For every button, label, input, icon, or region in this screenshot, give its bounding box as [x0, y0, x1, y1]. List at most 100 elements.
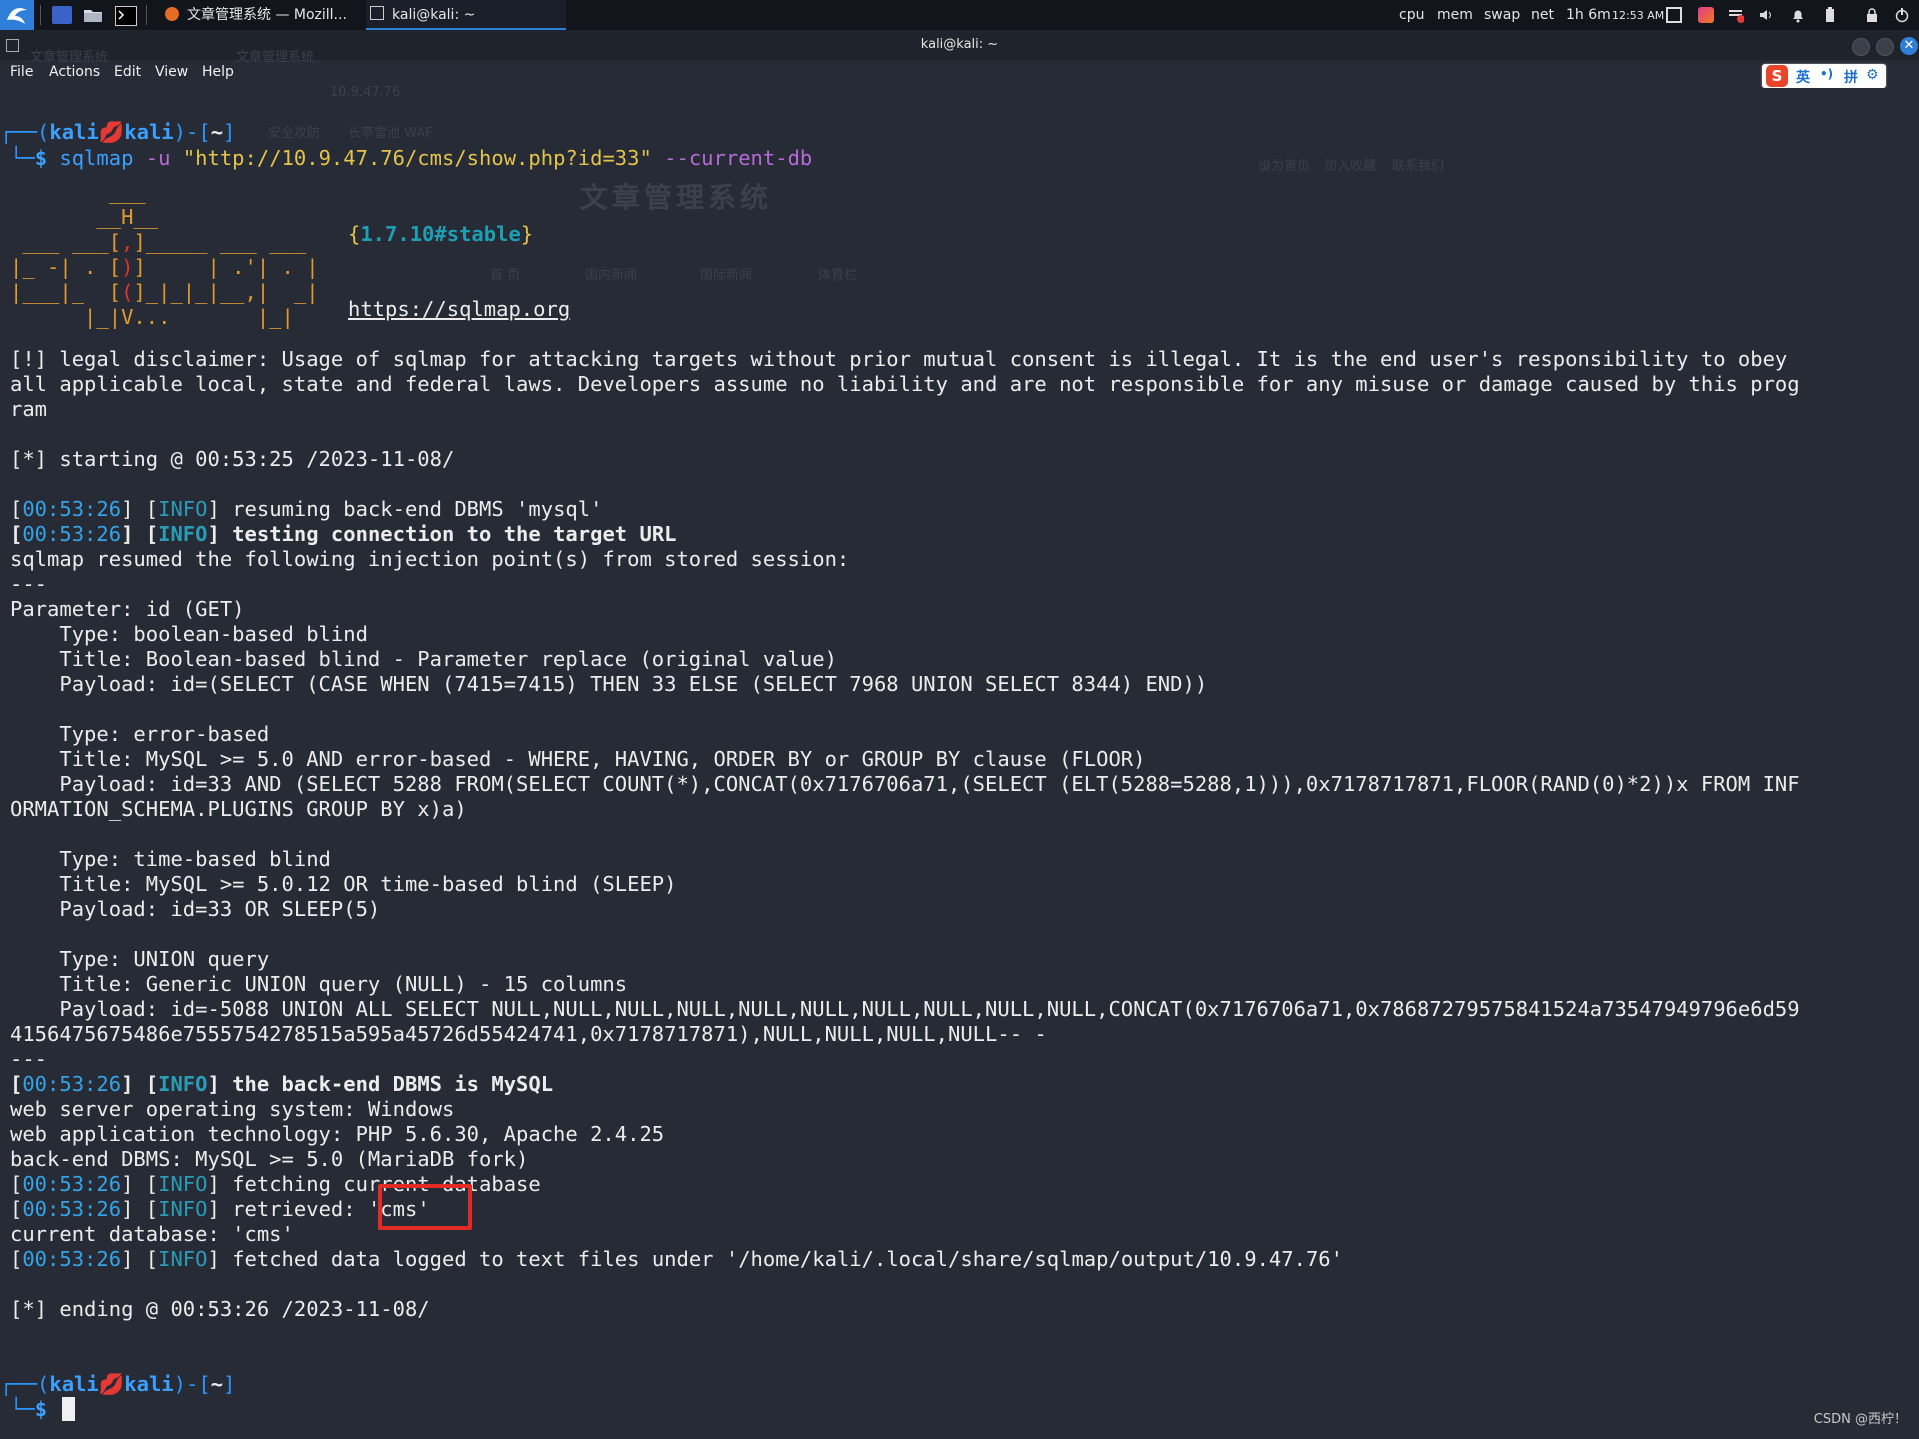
tech-line: web application technology: PHP 5.6.30, …	[10, 1122, 665, 1146]
log-fetched: [00:53:26] [INFO] fetched data logged to…	[10, 1247, 1343, 1271]
disclaimer-line-3: ram	[10, 397, 48, 421]
ghost-nav-1: 首 页	[490, 268, 521, 283]
kali-menu-button[interactable]	[0, 0, 34, 30]
injection-type: Type: error-based	[10, 722, 270, 746]
ghost-link-3: 联系我们	[1392, 159, 1445, 174]
log-msg: resuming back-end DBMS 'mysql'	[232, 497, 603, 521]
bell-icon[interactable]	[1790, 7, 1806, 23]
task-terminal[interactable]: kali@kali: ~	[366, 0, 566, 30]
taskbar: 文章管理系统 — Mozill... kali@kali: ~ cpu mem …	[0, 0, 1919, 30]
prompt-path: ~	[210, 120, 224, 144]
annotation-highlight-box	[378, 1184, 472, 1230]
ghost-link-1: 设为首页	[1258, 159, 1311, 174]
ghost-url: 10.9.47.76	[330, 85, 401, 100]
injection-title: Title: Generic UNION query (NULL) - 15 c…	[10, 972, 628, 996]
ime-pinyin-toggle[interactable]: 拼	[1844, 67, 1858, 87]
taskbar-separator	[146, 5, 147, 25]
firefox-icon	[165, 7, 179, 21]
maximize-button[interactable]	[1876, 38, 1894, 56]
network-icon[interactable]	[1728, 7, 1745, 23]
battery-icon[interactable]	[1822, 7, 1838, 23]
prompt-host: kali	[124, 1372, 174, 1396]
injection-type: Type: boolean-based blind	[10, 622, 368, 646]
ime-lang-toggle[interactable]: 英	[1796, 67, 1810, 87]
prompt-user: kali	[49, 120, 99, 144]
app-tray-icon[interactable]	[1698, 7, 1714, 23]
log-level: INFO	[158, 522, 208, 546]
terminal-launcher-icon[interactable]	[115, 6, 137, 26]
display-icon[interactable]	[1666, 7, 1682, 23]
log-retrieved: [00:53:26] [INFO] retrieved: 'cms'	[10, 1197, 430, 1221]
log-ts: 00:53:26	[22, 1197, 122, 1221]
sqlmap-site-link[interactable]: https://sqlmap.org	[348, 297, 570, 322]
clock[interactable]: 12:53 AM	[1612, 0, 1664, 30]
uptime-value: 1h 6m	[1566, 7, 1611, 23]
log-ts: 00:53:26	[22, 1072, 122, 1096]
log-msg: retrieved:	[232, 1197, 368, 1221]
kali-mark-icon: 💋	[98, 1372, 125, 1396]
sqlmap-version: 1.7.10#stable	[360, 222, 521, 246]
ime-punct-toggle[interactable]: •)	[1820, 67, 1833, 81]
lock-icon[interactable]	[1864, 7, 1880, 23]
minimize-button[interactable]	[1852, 38, 1870, 56]
log-msg: testing connection to the target URL	[232, 522, 677, 546]
menu-help[interactable]: Help	[202, 64, 234, 80]
log-dbms: [00:53:26] [INFO] the back-end DBMS is M…	[10, 1072, 554, 1096]
log-level: INFO	[158, 1172, 208, 1196]
close-button[interactable]: ✕	[1900, 37, 1918, 55]
sqlmap-ascii-logo: ___ __H__ ___ ___[,]_____ ___ ___ |_ -| …	[10, 180, 319, 329]
menu-view[interactable]: View	[155, 64, 188, 80]
menu-actions[interactable]: Actions	[49, 64, 100, 80]
injection-payload: Payload: id=-5088 UNION ALL SELECT NULL,…	[10, 997, 1800, 1021]
disclaimer-line-2: all applicable local, state and federal …	[10, 372, 1800, 396]
close-icon: ✕	[1903, 38, 1915, 53]
injection-title: Title: MySQL >= 5.0 AND error-based - WH…	[10, 747, 1146, 771]
separator-line: ---	[10, 1047, 48, 1071]
cmd-program: sqlmap	[59, 146, 134, 170]
menu-file[interactable]: File	[10, 64, 33, 80]
injection-type: Type: UNION query	[10, 947, 270, 971]
input-prompt-line[interactable]: └─$	[10, 1397, 59, 1422]
kali-mark-icon: 💋	[98, 120, 125, 144]
starting-line: [*] starting @ 00:53:25 /2023-11-08/	[10, 447, 455, 471]
disclaimer-line-1: [!] legal disclaimer: Usage of sqlmap fo…	[10, 347, 1788, 371]
parameter-line: Parameter: id (GET)	[10, 597, 245, 621]
injection-title: Title: Boolean-based blind - Parameter r…	[10, 647, 837, 671]
volume-icon[interactable]	[1758, 7, 1774, 23]
injection-payload: Payload: id=(SELECT (CASE WHEN (7415=741…	[10, 672, 1208, 696]
ghost-nav-2: 国内新闻	[585, 268, 638, 283]
swap-monitor[interactable]: swap	[1484, 0, 1520, 30]
task-firefox[interactable]: 文章管理系统 — Mozill...	[165, 0, 360, 30]
resumed-line: sqlmap resumed the following injection p…	[10, 547, 850, 571]
cpu-monitor[interactable]: cpu	[1399, 0, 1424, 30]
log-level: INFO	[158, 1072, 208, 1096]
log-level: INFO	[158, 497, 208, 521]
csdn-watermark: CSDN @西柠！	[1813, 1412, 1907, 1427]
log-ts: 00:53:26	[22, 522, 122, 546]
sogou-logo-icon: S	[1766, 65, 1788, 87]
ime-settings-icon[interactable]: ⚙	[1866, 67, 1879, 83]
mem-monitor[interactable]: mem	[1437, 0, 1473, 30]
taskbar-separator	[40, 5, 41, 25]
text-cursor	[62, 1397, 75, 1421]
ending-line: [*] ending @ 00:53:26 /2023-11-08/	[10, 1297, 430, 1321]
injection-payload: 4156475675486e7555754278515a595a45726d55…	[10, 1022, 1047, 1046]
task-firefox-label: 文章管理系统 — Mozill...	[187, 7, 347, 23]
net-monitor[interactable]: net	[1531, 0, 1554, 30]
ime-toolbar[interactable]: S 英 •) 拼 ⚙	[1762, 64, 1886, 88]
workspace-icon[interactable]	[52, 6, 72, 24]
kali-dragon-icon	[7, 8, 27, 24]
power-icon[interactable]	[1894, 7, 1910, 23]
log-ts: 00:53:26	[22, 497, 122, 521]
ghost-bookmark-1: 安全攻防	[268, 126, 321, 141]
folder-icon[interactable]	[83, 6, 103, 24]
prompt-frame-top: ┌──(kali💋kali)-[~]	[0, 1372, 236, 1396]
prompt-host: kali	[124, 120, 174, 144]
ghost-tab-2: 文章管理系统	[236, 50, 315, 65]
log-level: INFO	[158, 1197, 208, 1221]
log-ts: 00:53:26	[22, 1247, 122, 1271]
menu-edit[interactable]: Edit	[114, 64, 141, 80]
injection-payload: Payload: id=33 OR SLEEP(5)	[10, 897, 381, 921]
prompt-user: kali	[49, 1372, 99, 1396]
ghost-site-title: 文章管理系统	[580, 181, 773, 214]
